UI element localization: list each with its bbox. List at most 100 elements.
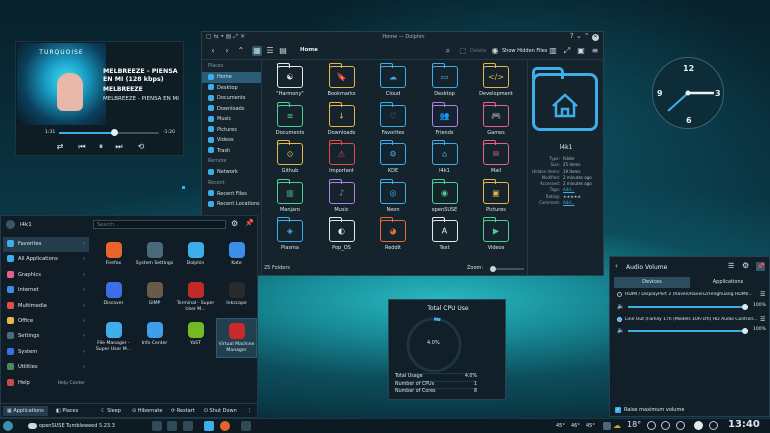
category-item[interactable]: Office › (3, 314, 89, 329)
network-icon[interactable] (647, 421, 656, 430)
category-item[interactable]: Internet › (3, 283, 89, 298)
device-1-radio[interactable] (617, 292, 622, 297)
app-tile[interactable]: Terminal - Super User M... (175, 278, 216, 318)
repeat-icon[interactable]: ⟲ (135, 142, 147, 152)
clipboard-icon[interactable] (709, 421, 718, 430)
folder-item[interactable]: ♪ Music (316, 178, 368, 216)
folder-item[interactable]: ☯ "Harmony" (264, 63, 316, 100)
app-tile[interactable]: File Manager - Super User M... (93, 318, 134, 358)
breadcrumb[interactable]: Home (300, 47, 318, 53)
progress-handle[interactable] (110, 129, 118, 136)
search-icon[interactable]: ⌕ (443, 46, 453, 56)
hibernate-button[interactable]: ⊙ Hibernate (132, 408, 162, 414)
back-icon[interactable]: ‹ (208, 46, 218, 56)
show-hidden-button[interactable]: Show Hidden Files (502, 48, 547, 54)
places-item[interactable]: Documents (202, 93, 261, 104)
up-icon[interactable]: ⌃ (236, 46, 246, 56)
places-item[interactable]: Videos (202, 135, 261, 146)
places-item[interactable]: Music (202, 114, 261, 125)
category-item[interactable]: Favorites › (3, 237, 89, 253)
speaker-icon[interactable]: 🔈 (617, 327, 624, 334)
folder-item[interactable]: ◉ openSUSE (419, 178, 471, 216)
places-item[interactable]: Desktop (202, 83, 261, 94)
folder-item[interactable]: ◐ Pop_OS (316, 217, 368, 254)
info-value[interactable]: Add... (563, 200, 575, 205)
app-tile[interactable]: GIMP (134, 278, 175, 318)
folder-item[interactable]: ◕ Reddit (367, 217, 419, 254)
launcher-icon[interactable] (3, 421, 13, 431)
sleep-button[interactable]: ☾ Sleep (101, 408, 121, 414)
menu-icon[interactable]: ☰ (728, 262, 734, 270)
search-input[interactable] (93, 220, 226, 229)
folder-item[interactable]: ↓ Downloads (316, 101, 368, 139)
restart-button[interactable]: ⟳ Restart (171, 408, 195, 414)
places-item[interactable]: Trash (202, 146, 261, 157)
gear-icon[interactable]: ⚙ (231, 219, 238, 228)
hidden-files-icon[interactable]: ◉ (490, 46, 500, 56)
device-1-menu-icon[interactable]: ☰ (760, 291, 765, 298)
category-item[interactable]: Utilities › (3, 360, 89, 375)
pager-icon[interactable] (152, 421, 162, 431)
volume-tray-icon[interactable] (676, 421, 685, 430)
play-tray-icon[interactable] (694, 421, 703, 430)
folder-item[interactable]: ▣ Pictures (470, 178, 522, 216)
folder-item[interactable]: ▥ Manjaro (264, 178, 316, 216)
folder-item[interactable]: ☁ Cloud (367, 63, 419, 100)
pause-icon[interactable]: ⏸ (95, 142, 107, 152)
folder-item[interactable]: ⊙ Github (264, 140, 316, 177)
window-menu-icons[interactable]: ▢ ⇆ ⌖ ▤ ⤢ ✕ (206, 33, 245, 41)
device-1-volume-slider[interactable] (628, 304, 748, 310)
folder-item[interactable]: 🔖 Bookmarks (316, 63, 368, 100)
raise-volume-checkbox[interactable]: ✓ (615, 407, 621, 413)
delete-button[interactable]: Delete (470, 48, 486, 54)
compact-view-icon[interactable]: ☰ (265, 46, 275, 56)
close-icon[interactable]: ✕ (592, 34, 599, 41)
places-tab[interactable]: ◧ Places (56, 408, 78, 414)
gear-icon[interactable]: ⚙ (742, 261, 749, 270)
info-value[interactable]: ★★★★★ (563, 194, 581, 199)
folder-item[interactable]: ✉ Mail (470, 140, 522, 177)
folder-item[interactable]: ≡ Documents (264, 101, 316, 139)
preview-icon[interactable]: ⤢ (562, 46, 572, 56)
folder-item[interactable]: </> Development (470, 63, 522, 100)
app-tile[interactable]: Info Center (134, 318, 175, 358)
places-item[interactable]: Home (202, 72, 261, 83)
details-view-icon[interactable]: ▤ (278, 46, 288, 56)
pin-icon[interactable]: 📌 (245, 219, 254, 227)
avatar[interactable] (6, 220, 15, 229)
places-item[interactable]: Downloads (202, 104, 261, 115)
panel-icon[interactable]: ▣ (576, 46, 586, 56)
device-2-radio[interactable] (617, 317, 622, 322)
folder-item[interactable]: A Text (419, 217, 471, 254)
places-item[interactable]: Pictures (202, 125, 261, 136)
tab-devices[interactable]: Devices (614, 277, 690, 288)
split-view-icon[interactable]: ▥ (548, 46, 558, 56)
app-tile[interactable]: System Settings (134, 238, 175, 278)
category-item[interactable]: Settings › (3, 329, 89, 344)
dolphin-task-icon[interactable] (204, 421, 214, 431)
app-tile[interactable]: YaST (175, 318, 216, 358)
app-tile[interactable]: Inkscape (216, 278, 257, 318)
category-item[interactable]: All Applications › (3, 252, 89, 267)
folder-item[interactable]: 🎮 Games (470, 101, 522, 139)
category-item[interactable]: System › (3, 345, 89, 360)
folder-item[interactable]: ♡ Favorites (367, 101, 419, 139)
app-tile[interactable]: Discover (93, 278, 134, 318)
pager-icon[interactable] (183, 421, 193, 431)
window-controls[interactable]: ? ⌄ ⌃ ✕ (570, 32, 599, 41)
shuffle-icon[interactable]: ⇄ (54, 142, 66, 152)
info-value[interactable]: Add... (563, 187, 575, 192)
folder-item[interactable]: ◈ Plasma (264, 217, 316, 254)
folder-item[interactable]: 👥 Friends (419, 101, 471, 139)
places-item[interactable]: Network (202, 167, 261, 178)
next-icon[interactable]: ⏭ (113, 142, 125, 152)
shutdown-button[interactable]: ⏻ Shut Down (204, 408, 237, 414)
device-2-menu-icon[interactable]: ☰ (760, 316, 765, 323)
places-item[interactable]: Recent Files (202, 189, 261, 200)
applications-tab[interactable]: ▦ Applications (3, 406, 48, 416)
terminal-task-icon[interactable] (241, 421, 251, 431)
notifications-icon[interactable] (661, 421, 670, 430)
places-item[interactable]: Recent Locations (202, 199, 261, 210)
device-2-volume-slider[interactable] (628, 328, 748, 334)
tab-applications[interactable]: Applications (690, 277, 766, 288)
